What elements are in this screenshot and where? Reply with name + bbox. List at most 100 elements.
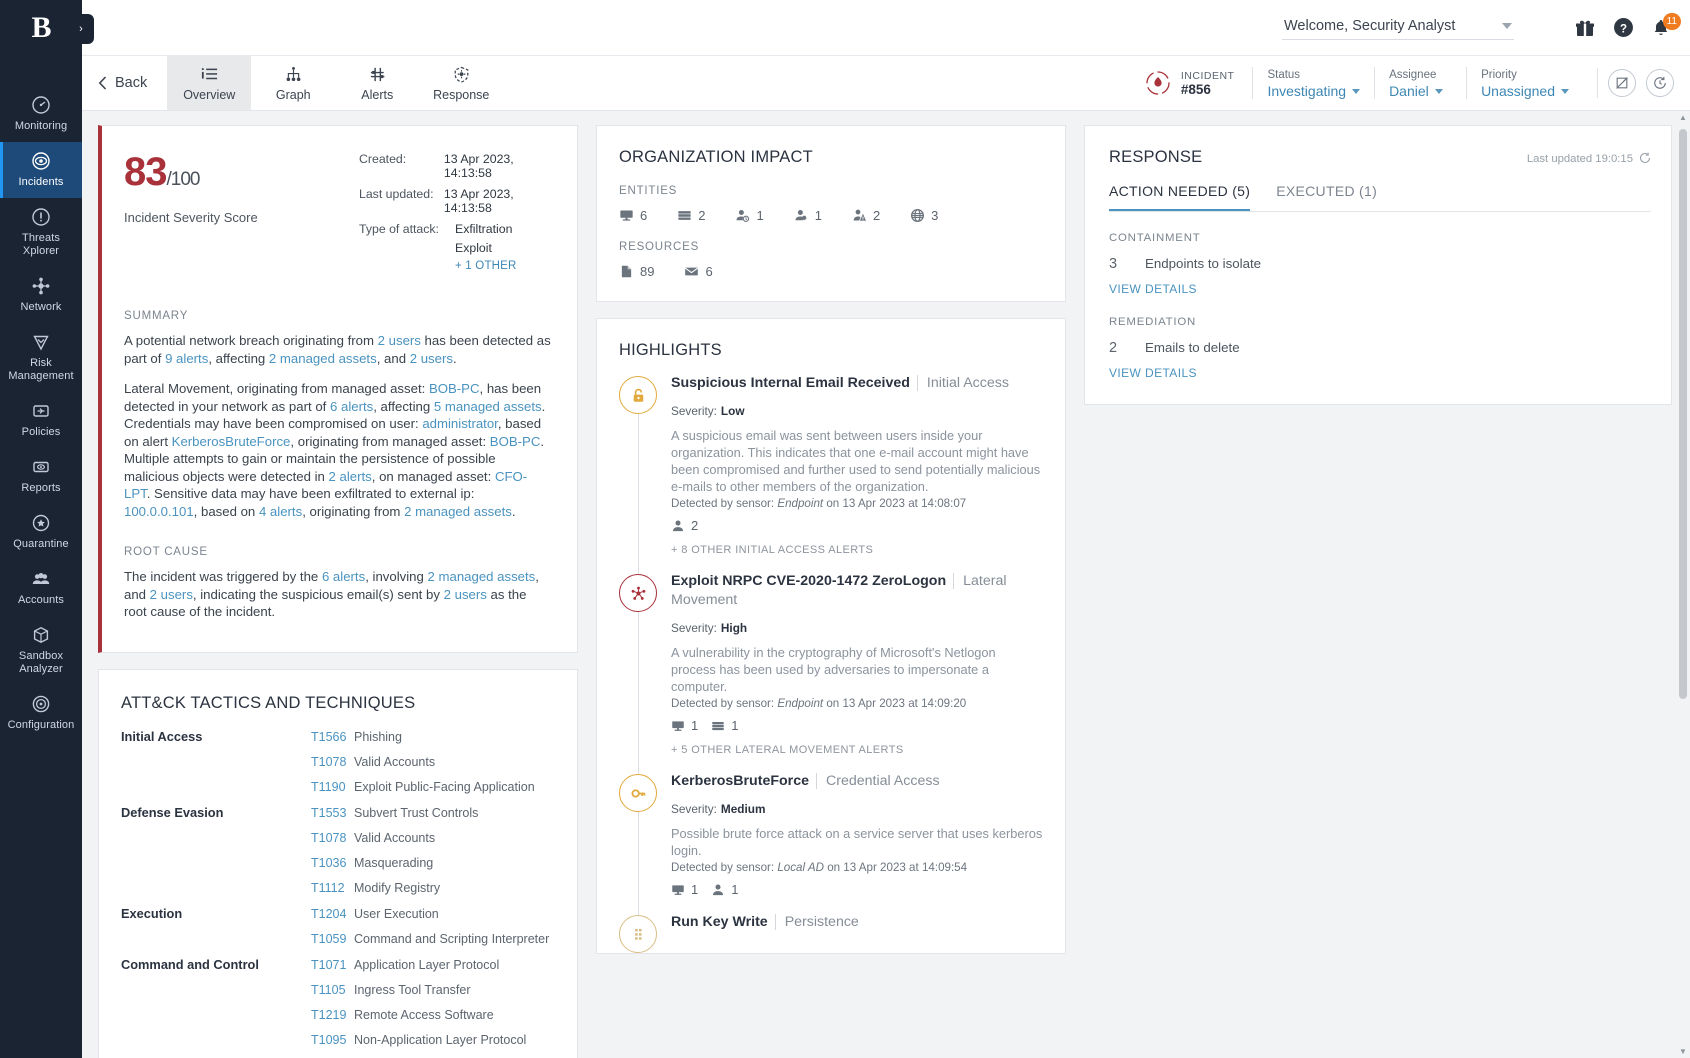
scroll-up-arrow[interactable]: ▲ <box>1678 113 1688 122</box>
impact-stat[interactable]: 1 <box>735 208 763 223</box>
response-tab-action-needed[interactable]: ACTION NEEDED (5) <box>1109 183 1250 211</box>
severity-label: Severity: <box>671 621 717 635</box>
attack-technique-code[interactable]: T1204 <box>311 907 354 921</box>
link-alerts[interactable]: 9 alerts <box>165 351 208 366</box>
impact-stat[interactable]: 3 <box>910 208 938 223</box>
gift-icon[interactable] <box>1574 17 1596 39</box>
impact-stat[interactable]: 89 <box>619 264 654 279</box>
link-bob-pc[interactable]: BOB-PC <box>429 381 480 396</box>
highlights-card: HIGHLIGHTS Suspicious Internal Email Rec… <box>596 318 1066 954</box>
highlight-more-link[interactable]: + 8 OTHER INITIAL ACCESS ALERTS <box>671 544 1043 556</box>
link-bob-pc-2[interactable]: BOB-PC <box>490 434 541 449</box>
impact-stat[interactable]: 2 <box>677 208 705 223</box>
scroll-thumb[interactable] <box>1679 129 1687 699</box>
bell-icon[interactable]: 11 <box>1650 17 1672 39</box>
attack-technique-code[interactable]: T1036 <box>311 856 354 870</box>
tab-alerts[interactable]: Alerts <box>335 56 419 110</box>
field-value[interactable]: Investigating <box>1267 83 1360 99</box>
link-root-assets[interactable]: 2 managed assets <box>428 569 536 584</box>
sidebar-item-incidents[interactable]: Incidents <box>0 142 82 198</box>
sidebar-item-configuration[interactable]: Configuration <box>0 685 82 741</box>
severity-score-value: 83 <box>124 150 167 194</box>
sidebar-item-reports[interactable]: Reports <box>0 448 82 504</box>
user-alert-icon <box>852 208 867 223</box>
sidebar-item-label: Network <box>20 301 61 314</box>
link-root-users[interactable]: 2 users <box>150 587 193 602</box>
highlight-item[interactable]: KerberosBruteForceCredential AccessSever… <box>597 772 1065 913</box>
page-scrollbar[interactable]: ▲ ▼ <box>1678 111 1688 1058</box>
attack-technique-code[interactable]: T1553 <box>311 806 354 820</box>
clock-history-icon[interactable] <box>1646 69 1674 97</box>
link-users-2[interactable]: 2 users <box>410 351 453 366</box>
link-kerberos[interactable]: KerberosBruteForce <box>172 434 291 449</box>
severity-score: 83/100 <box>124 152 339 200</box>
incident-details-table: Created: 13 Apr 2023, 14:13:58 Last upda… <box>359 152 551 284</box>
highlight-body: Exploit NRPC CVE-2020-1472 ZeroLogonLate… <box>671 572 1043 772</box>
sidebar-item-accounts[interactable]: Accounts <box>0 560 82 616</box>
field-value[interactable]: Unassigned <box>1481 83 1569 99</box>
highlight-more-link[interactable]: + 5 OTHER LATERAL MOVEMENT ALERTS <box>671 744 1043 756</box>
sidebar-item-monitoring[interactable]: Monitoring <box>0 86 82 142</box>
attack-technique-code[interactable]: T1105 <box>311 983 354 997</box>
highlight-title: Exploit NRPC CVE-2020-1472 ZeroLogonLate… <box>671 572 1043 610</box>
sidebar-item-risk-management[interactable]: Risk Management <box>0 323 82 392</box>
attack-technique-name: Remote Access Software <box>354 1008 494 1022</box>
scroll-down-arrow[interactable]: ▼ <box>1678 1047 1688 1056</box>
sidebar-item-network[interactable]: Network <box>0 267 82 323</box>
incident-field-assignee[interactable]: AssigneeDaniel <box>1374 67 1466 99</box>
view-details-link[interactable]: VIEW DETAILS <box>1109 282 1671 296</box>
link-root-alerts[interactable]: 6 alerts <box>322 569 365 584</box>
attack-technique-code[interactable]: T1078 <box>311 831 354 845</box>
refresh-icon[interactable] <box>1639 152 1651 167</box>
tab-response[interactable]: Response <box>419 56 503 110</box>
attack-technique-code[interactable]: T1059 <box>311 932 354 946</box>
sidebar-collapse-toggle[interactable]: › <box>68 14 94 44</box>
attack-technique-code[interactable]: T1566 <box>311 730 354 744</box>
help-icon[interactable]: ? <box>1612 17 1634 39</box>
tab-graph[interactable]: Graph <box>251 56 335 110</box>
link-4-alerts[interactable]: 4 alerts <box>259 504 302 519</box>
highlight-item[interactable]: Exploit NRPC CVE-2020-1472 ZeroLogonLate… <box>597 572 1065 772</box>
attack-technique-code[interactable]: T1112 <box>311 881 354 895</box>
field-value[interactable]: Daniel <box>1389 83 1452 99</box>
attack-type-more-link[interactable]: + 1 OTHER <box>455 260 517 272</box>
attack-technique-code[interactable]: T1078 <box>311 755 354 769</box>
notification-count-badge: 11 <box>1663 13 1681 30</box>
link-administrator[interactable]: administrator <box>422 416 498 431</box>
link-users[interactable]: 2 users <box>378 333 421 348</box>
attack-technique-code[interactable]: T1219 <box>311 1008 354 1022</box>
sidebar-item-label: Monitoring <box>15 120 67 133</box>
tab-overview[interactable]: Overview <box>167 56 251 110</box>
link-2-assets[interactable]: 2 managed assets <box>404 504 512 519</box>
user-menu[interactable]: Welcome, Security Analyst <box>1282 15 1514 40</box>
severity-value: Medium <box>721 802 766 816</box>
link-5-assets[interactable]: 5 managed assets <box>434 399 542 414</box>
field-label: Assignee <box>1389 67 1452 83</box>
link-2-alerts[interactable]: 2 alerts <box>329 469 372 484</box>
back-button[interactable]: Back <box>82 56 167 110</box>
incident-field-priority[interactable]: PriorityUnassigned <box>1466 67 1583 99</box>
sidebar-item-quarantine[interactable]: Quarantine <box>0 504 82 560</box>
highlight-item[interactable]: Suspicious Internal Email ReceivedInitia… <box>597 374 1065 572</box>
link-external-ip[interactable]: 100.0.0.101 <box>124 504 194 519</box>
impact-stat[interactable]: 2 <box>852 208 880 223</box>
link-root-users-2[interactable]: 2 users <box>444 587 487 602</box>
attack-technique-code[interactable]: T1071 <box>311 958 354 972</box>
sidebar-item-threats-xplorer[interactable]: Threats Xplorer <box>0 198 82 267</box>
impact-stat[interactable]: 6 <box>684 264 712 279</box>
impact-stat[interactable]: 6 <box>619 208 647 223</box>
attack-technique-code[interactable]: T1190 <box>311 780 354 794</box>
attack-technique-code[interactable]: T1095 <box>311 1033 354 1047</box>
impact-stat[interactable]: 1 <box>794 208 822 223</box>
highlight-item[interactable]: Run Key WritePersistence <box>597 913 1065 953</box>
file-icon <box>619 264 634 279</box>
link-managed-assets[interactable]: 2 managed assets <box>269 351 377 366</box>
view-details-link[interactable]: VIEW DETAILS <box>1109 366 1671 380</box>
field-value-text: Daniel <box>1389 83 1429 99</box>
incident-field-status[interactable]: StatusInvestigating <box>1252 67 1374 99</box>
sidebar-item-sandbox-analyzer[interactable]: Sandbox Analyzer <box>0 616 82 685</box>
link-6-alerts[interactable]: 6 alerts <box>330 399 373 414</box>
edit-square-icon[interactable] <box>1608 69 1636 97</box>
response-tab-executed[interactable]: EXECUTED (1) <box>1276 183 1377 211</box>
sidebar-item-policies[interactable]: Policies <box>0 392 82 448</box>
